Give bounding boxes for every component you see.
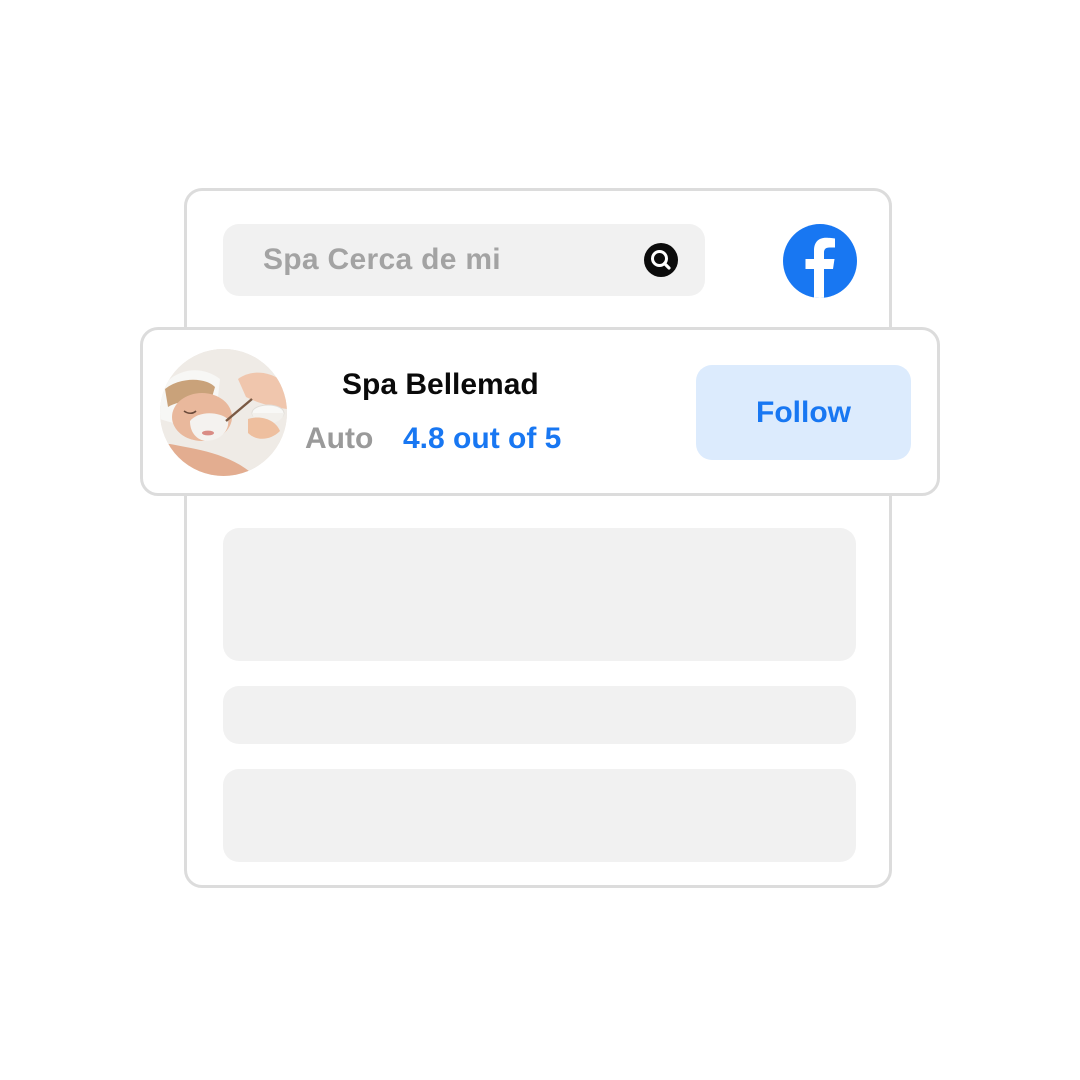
facebook-icon[interactable] <box>783 224 857 298</box>
content-placeholder-3 <box>223 769 856 862</box>
search-bar[interactable]: Spa Cerca de mi <box>223 224 705 296</box>
follow-button[interactable]: Follow <box>696 365 911 460</box>
stage: Spa Cerca de mi Spa Bellemad Auto 4.8 ou… <box>0 0 1080 1080</box>
business-category: Auto <box>305 422 374 455</box>
content-placeholder-1 <box>223 528 856 661</box>
avatar[interactable] <box>160 349 287 476</box>
rating-text: 4.8 out of 5 <box>403 422 562 455</box>
search-icon[interactable] <box>644 243 678 277</box>
business-name[interactable]: Spa Bellemad <box>342 368 539 402</box>
search-input[interactable]: Spa Cerca de mi <box>263 224 501 296</box>
content-placeholder-2 <box>223 686 856 744</box>
profile-card[interactable]: Spa Bellemad Auto 4.8 out of 5 Follow <box>140 327 940 496</box>
